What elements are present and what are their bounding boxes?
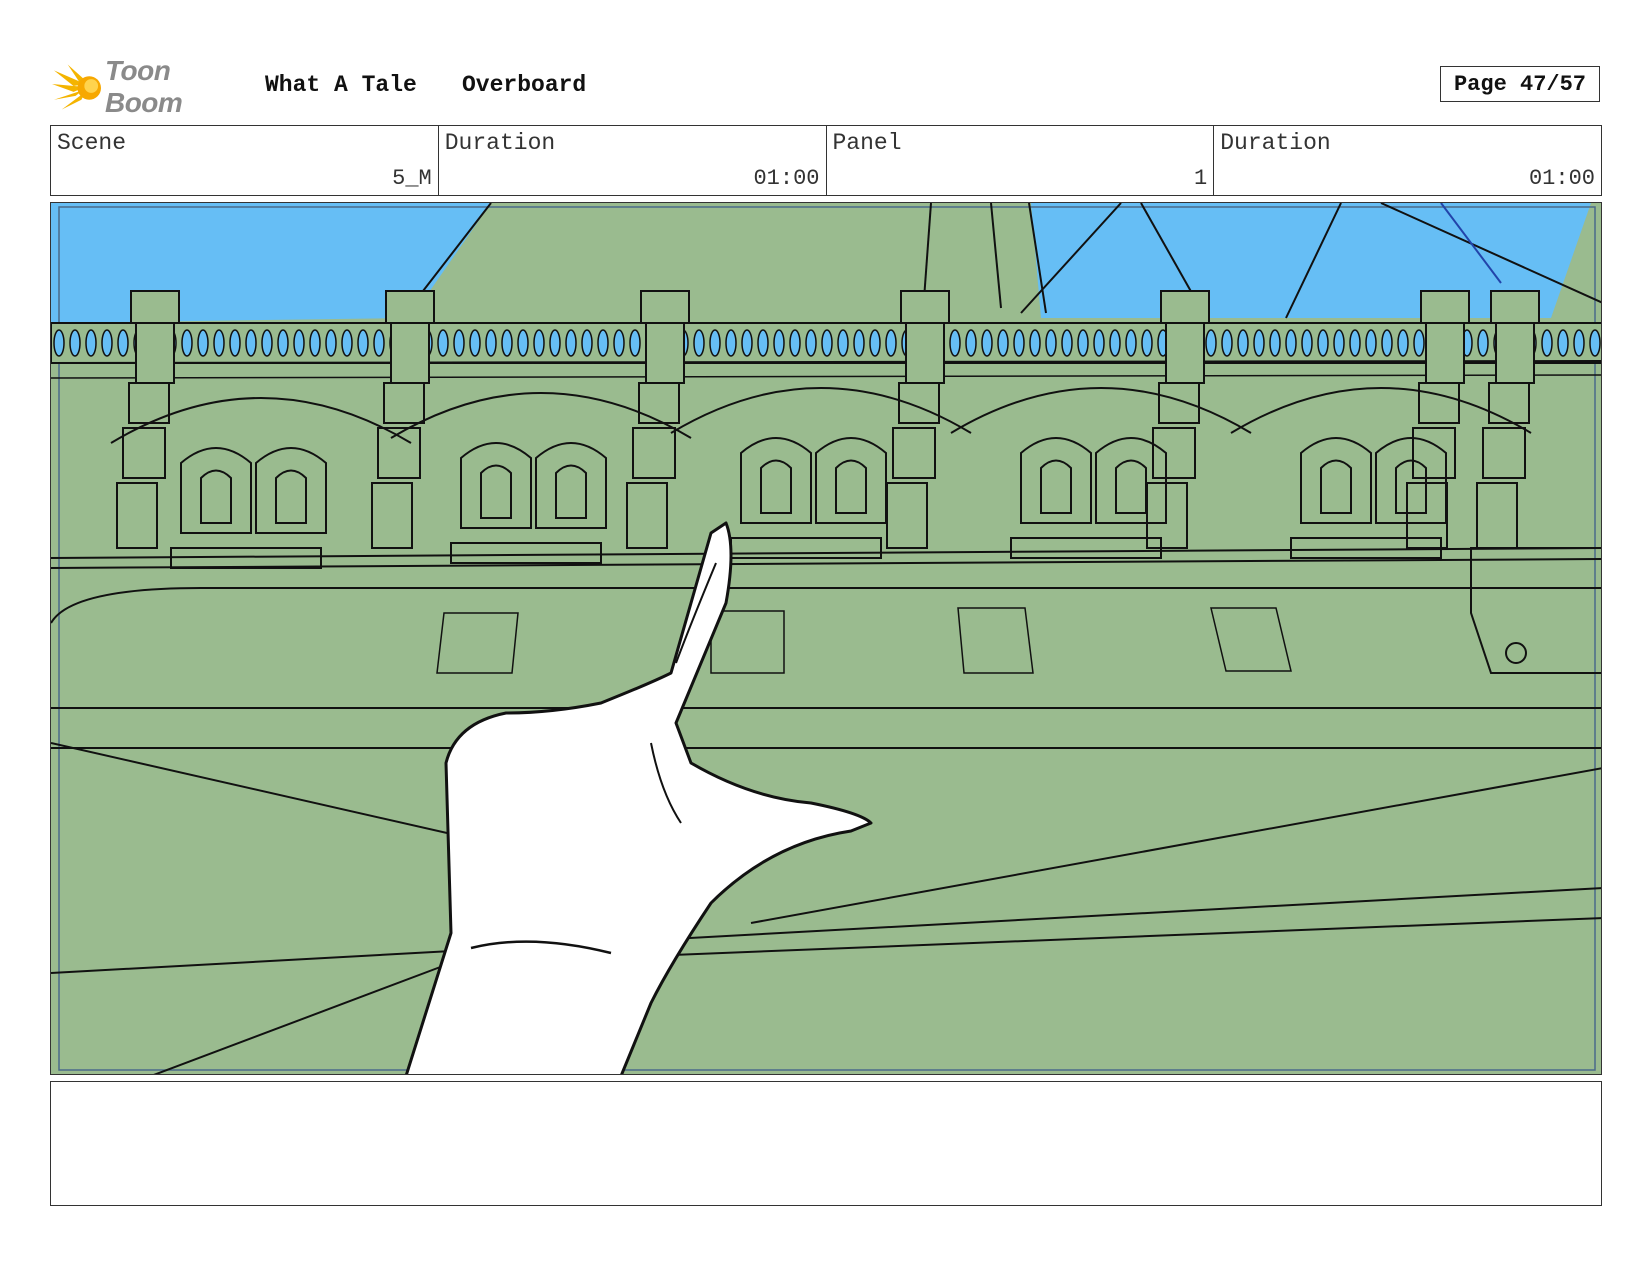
- panel-value: 1: [1194, 166, 1208, 191]
- panel-duration-label: Duration: [1220, 130, 1331, 156]
- scene-cell: Scene 5_M: [51, 126, 439, 195]
- wall-panels: [436, 607, 1292, 674]
- scene-duration-value: 01:00: [753, 166, 820, 191]
- panel-duration-cell: Duration 01:00: [1214, 126, 1601, 195]
- wall-lamp: [1470, 547, 1601, 674]
- windows: [110, 387, 1532, 569]
- toon-boom-logo-icon: [52, 64, 102, 110]
- panel-label: Panel: [832, 130, 902, 156]
- storyboard-panel-image: [50, 202, 1602, 1075]
- panel-duration-value: 01:00: [1528, 166, 1595, 191]
- logo-text: Toon Boom: [104, 55, 183, 118]
- panel-notes-box: [50, 1081, 1602, 1206]
- scene-duration-cell: Duration 01:00: [439, 126, 827, 195]
- balustrade: [51, 322, 1601, 379]
- page-number: Page 47/57: [1440, 66, 1600, 102]
- project-title: What A Tale: [265, 72, 417, 98]
- page-header: Toon Boom What A Tale Overboard Page 47/…: [50, 55, 1600, 118]
- toon-boom-logo: Toon Boom: [52, 55, 252, 118]
- scene-label: Scene: [57, 130, 127, 156]
- pointing-hand: [405, 521, 873, 1074]
- scene-value: 5_M: [392, 166, 432, 191]
- episode-title: Overboard: [462, 72, 587, 98]
- panel-illustration: [51, 203, 1601, 1074]
- panel-info-table: Scene 5_M Duration 01:00 Panel 1 Duratio…: [50, 125, 1602, 196]
- panel-cell: Panel 1: [827, 126, 1215, 195]
- scene-duration-label: Duration: [444, 130, 556, 156]
- sky: [51, 203, 1591, 323]
